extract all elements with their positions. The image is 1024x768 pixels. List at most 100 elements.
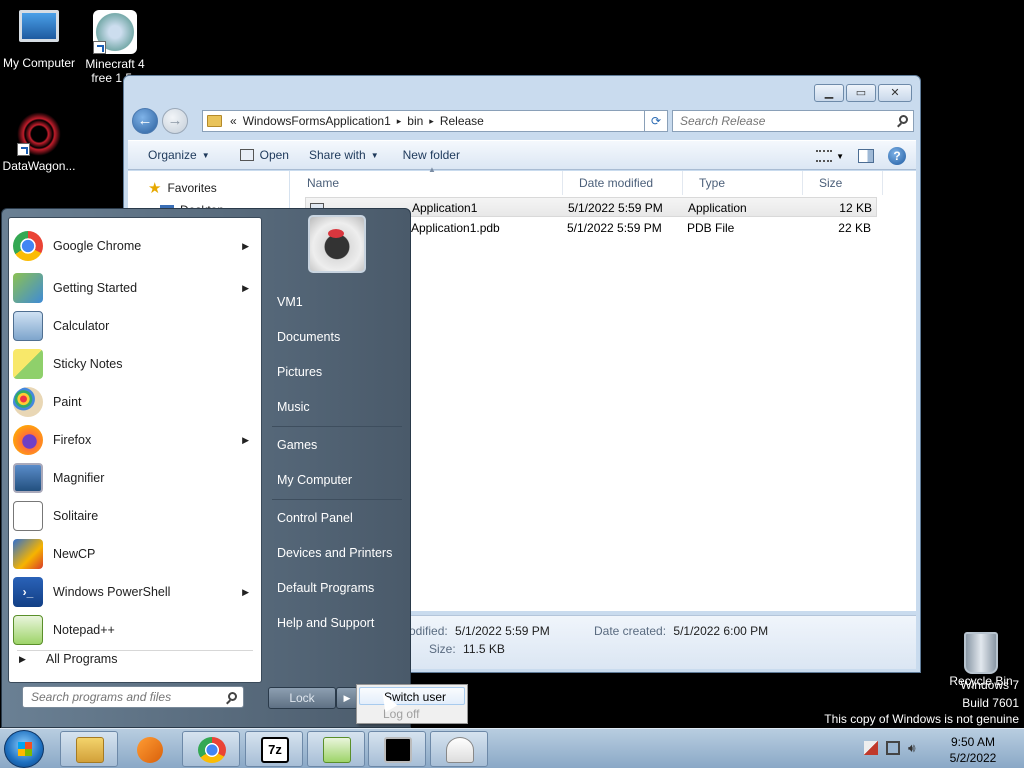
- nav-item-favorites[interactable]: ★ Favorites: [148, 179, 217, 197]
- start-link-default-programs[interactable]: Default Programs: [277, 581, 374, 595]
- taskbar-notepadpp[interactable]: [307, 731, 365, 767]
- magnifier-icon: [13, 463, 43, 493]
- desktop-icon-datawagon[interactable]: DataWagon...: [0, 112, 78, 173]
- taskbar-7zip[interactable]: 7z: [245, 731, 303, 767]
- detail-date-created: Date created: 5/1/2022 6:00 PM: [594, 624, 768, 638]
- shortcut-arrow-icon: [17, 143, 30, 156]
- program-sticky-notes[interactable]: Sticky Notes: [13, 346, 259, 382]
- open-icon: [239, 149, 254, 161]
- help-icon[interactable]: ?: [888, 147, 906, 165]
- maximize-icon: ▭: [855, 87, 867, 99]
- desktop-icon-minecraft[interactable]: Minecraft 4 free 1.5..: [76, 10, 154, 85]
- recycle-bin-icon: [964, 632, 998, 674]
- breadcrumb-item[interactable]: Release: [440, 114, 484, 128]
- detail-value: 5/1/2022 5:59 PM: [455, 624, 550, 638]
- share-with-button[interactable]: Share with ▼: [309, 148, 379, 162]
- media-player-icon: [137, 737, 163, 763]
- user-picture[interactable]: [308, 215, 366, 273]
- detail-value: 5/1/2022 6:00 PM: [673, 624, 769, 638]
- close-button[interactable]: ✕: [878, 84, 912, 102]
- detail-label: Date created:: [594, 624, 667, 638]
- menu-item-switch-user[interactable]: Switch user: [359, 687, 465, 705]
- program-label: Google Chrome: [53, 239, 142, 253]
- refresh-button[interactable]: ⟳: [644, 110, 668, 132]
- shortcut-arrow-icon: [93, 41, 106, 54]
- change-view-icon[interactable]: [816, 150, 833, 162]
- desktop-icon-label: DataWagon...: [2, 159, 76, 173]
- power-options-arrow[interactable]: ▶: [336, 687, 358, 709]
- taskbar-cmd[interactable]: [368, 731, 426, 767]
- program-getting-started[interactable]: Getting Started ▶: [13, 270, 259, 306]
- column-header-name[interactable]: Name: [291, 171, 563, 195]
- program-calculator[interactable]: Calculator: [13, 308, 259, 344]
- program-newcp[interactable]: NewCP: [13, 536, 259, 572]
- start-link-devices-printers[interactable]: Devices and Printers: [277, 546, 392, 560]
- start-link-my-computer[interactable]: My Computer: [277, 473, 352, 487]
- solitaire-icon: [13, 501, 43, 531]
- address-bar[interactable]: « WindowsFormsApplication1 ▸ bin ▸ Relea…: [202, 110, 664, 132]
- taskbar-explorer[interactable]: [60, 731, 118, 767]
- desktop-icon-my-computer[interactable]: My Computer: [0, 10, 78, 70]
- program-solitaire[interactable]: Solitaire: [13, 498, 259, 534]
- program-label: NewCP: [53, 547, 96, 561]
- start-link-user[interactable]: VM1: [277, 295, 303, 309]
- explorer-search-box[interactable]: [672, 110, 914, 132]
- file-date: 5/1/2022 5:59 PM: [567, 221, 662, 235]
- search-icon[interactable]: [899, 115, 908, 124]
- submenu-arrow-icon: ▶: [242, 240, 249, 251]
- program-notepadpp[interactable]: Notepad++: [13, 612, 259, 648]
- start-button[interactable]: [4, 730, 44, 768]
- explorer-search-input[interactable]: [673, 111, 883, 131]
- program-firefox[interactable]: Firefox ▶: [13, 422, 259, 458]
- lock-button[interactable]: Lock: [268, 687, 336, 709]
- taskbar-chrome[interactable]: [182, 731, 240, 767]
- clock-time: 9:50 AM: [950, 735, 996, 749]
- start-link-music[interactable]: Music: [277, 400, 310, 414]
- notepadpp-icon: [13, 615, 43, 645]
- breadcrumb-item[interactable]: WindowsFormsApplication1: [243, 114, 391, 128]
- start-link-documents[interactable]: Documents: [277, 330, 340, 344]
- start-search-input[interactable]: [23, 687, 219, 707]
- program-label: Solitaire: [53, 509, 99, 523]
- minimize-icon: ▁: [824, 87, 834, 99]
- forward-arrow-icon: →: [167, 112, 183, 129]
- breadcrumb-separator-icon[interactable]: ▸: [397, 116, 402, 127]
- start-search-box[interactable]: [22, 686, 244, 708]
- minimize-button[interactable]: ▁: [814, 84, 844, 102]
- watermark-line: This copy of Windows is not genuine: [824, 712, 1019, 726]
- start-link-control-panel[interactable]: Control Panel: [277, 511, 353, 525]
- maximize-button[interactable]: ▭: [846, 84, 876, 102]
- taskbar-java[interactable]: [430, 731, 488, 767]
- start-link-help-support[interactable]: Help and Support: [277, 616, 374, 630]
- taskbar-media-player[interactable]: [121, 731, 179, 767]
- breadcrumb-overflow[interactable]: «: [230, 114, 237, 128]
- network-icon[interactable]: [886, 741, 900, 755]
- chevron-down-icon[interactable]: ▼: [836, 152, 844, 161]
- chevron-right-icon: ▶: [343, 693, 351, 703]
- breadcrumb-separator-icon[interactable]: ▸: [429, 116, 434, 127]
- calculator-icon: [13, 311, 43, 341]
- clock[interactable]: 9:50 AM 5/2/2022: [930, 734, 1016, 766]
- start-link-pictures[interactable]: Pictures: [277, 365, 322, 379]
- column-header-size[interactable]: Size: [803, 171, 883, 195]
- action-center-flag-icon[interactable]: [864, 741, 878, 755]
- program-paint[interactable]: Paint: [13, 384, 259, 420]
- organize-button[interactable]: Organize ▼: [148, 148, 210, 162]
- column-header-date-modified[interactable]: Date modified: [563, 171, 683, 195]
- open-button[interactable]: Open: [239, 148, 289, 162]
- preview-pane-icon[interactable]: [858, 149, 874, 163]
- paint-icon: [13, 387, 43, 417]
- breadcrumb-item[interactable]: bin: [407, 114, 423, 128]
- program-windows-powershell[interactable]: ›_ Windows PowerShell ▶: [13, 574, 259, 610]
- program-magnifier[interactable]: Magnifier: [13, 460, 259, 496]
- volume-icon[interactable]: 🔊︎: [908, 741, 922, 755]
- forward-button[interactable]: →: [162, 108, 188, 134]
- start-link-games[interactable]: Games: [277, 438, 317, 452]
- all-programs-button[interactable]: ▶ All Programs: [19, 652, 117, 666]
- new-folder-button[interactable]: New folder: [403, 148, 460, 162]
- back-button[interactable]: ←: [132, 108, 158, 134]
- system-tray: 🔊︎: [864, 741, 922, 755]
- program-google-chrome[interactable]: Google Chrome ▶: [13, 228, 259, 264]
- file-name: Application1: [412, 201, 478, 215]
- column-header-type[interactable]: Type: [683, 171, 803, 195]
